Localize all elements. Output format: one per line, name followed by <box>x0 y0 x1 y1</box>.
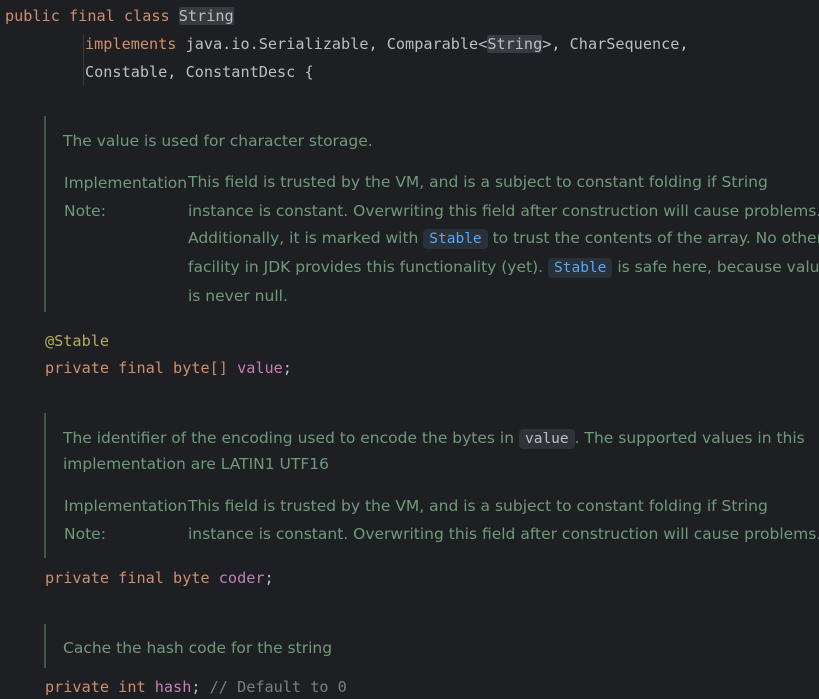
value-code-ref[interactable]: value <box>518 429 575 449</box>
field-name-coder[interactable]: coder <box>219 569 265 587</box>
summary-text: . The supported values in this <box>574 429 805 447</box>
implements-continuation-line[interactable]: Constable, ConstantDesc { <box>85 58 314 86</box>
stable-link[interactable]: Stable <box>548 258 613 278</box>
keyword-private: private <box>45 678 110 696</box>
interfaces-list-2: Constable, ConstantDesc { <box>85 63 314 81</box>
interfaces-list-tail: >, CharSequence, <box>542 35 689 53</box>
keyword-private: private <box>45 359 110 377</box>
keyword-implements: implements <box>85 35 177 53</box>
impl-note-body-line: facility in JDK provides this functional… <box>188 253 819 282</box>
class-name[interactable]: String <box>178 7 234 25</box>
interfaces-list: java.io.Serializable, <box>185 35 387 53</box>
body-text: facility in JDK provides this functional… <box>188 258 548 276</box>
keyword-final: final <box>118 569 164 587</box>
class-declaration-line[interactable]: public final class String <box>5 2 234 30</box>
keyword-final: final <box>118 359 164 377</box>
comparable-type: Comparable< <box>386 35 488 53</box>
javadoc-summary: The identifier of the encoding used to e… <box>63 425 805 451</box>
body-text: Additionally, it is marked with <box>188 229 424 247</box>
field-type: byte <box>173 569 210 587</box>
impl-note-body-line: This field is trusted by the VM, and is … <box>188 173 768 191</box>
impl-note-label-line-1: Implementation <box>64 174 188 192</box>
code-editor[interactable]: public final class String implements jav… <box>0 0 819 699</box>
javadoc-coder[interactable]: The identifier of the encoding used to e… <box>44 413 819 558</box>
semicolon: ; <box>191 678 201 696</box>
indent-guide <box>83 34 84 86</box>
impl-note-body-line: instance is constant. Overwriting this f… <box>188 525 819 543</box>
javadoc-summary-line-2: implementation are LATIN1 UTF16 <box>63 455 329 473</box>
comparable-type-arg[interactable]: String <box>487 35 543 53</box>
keyword-final: final <box>69 7 115 25</box>
impl-note-label-line-2: Note: <box>64 202 106 220</box>
impl-note-label-line-1: Implementation <box>64 497 188 515</box>
impl-note-label-line-2: Note: <box>64 525 106 543</box>
keyword-private: private <box>45 569 110 587</box>
field-hash-declaration[interactable]: private int hash; // Default to 0 <box>45 673 347 699</box>
impl-note-body-line: instance is constant. Overwriting this f… <box>188 202 819 220</box>
field-name-hash[interactable]: hash <box>155 678 192 696</box>
stable-annotation[interactable]: @Stable <box>45 332 109 350</box>
annotation-line[interactable]: @Stable <box>45 327 109 355</box>
body-text: is safe here, because value <box>612 258 819 276</box>
field-type: int <box>118 678 146 696</box>
impl-note-body-line: Additionally, it is marked with Stable t… <box>188 224 819 253</box>
field-coder-declaration[interactable]: private final byte coder; <box>45 564 274 592</box>
body-text: to trust the contents of the array. No o… <box>487 229 819 247</box>
line-comment: // Default to 0 <box>200 678 347 696</box>
javadoc-summary: The value is used for character storage. <box>63 132 373 150</box>
keyword-class: class <box>123 7 170 25</box>
javadoc-hash[interactable]: Cache the hash code for the string <box>44 624 819 668</box>
impl-note-body-line: is never null. <box>188 287 288 305</box>
javadoc-summary: Cache the hash code for the string <box>63 639 333 657</box>
field-name-value[interactable]: value <box>237 359 283 377</box>
impl-note-body-line: This field is trusted by the VM, and is … <box>188 497 768 515</box>
implements-line[interactable]: implements java.io.Serializable, Compara… <box>85 30 689 58</box>
javadoc-value[interactable]: The value is used for character storage.… <box>44 116 819 312</box>
summary-text: The identifier of the encoding used to e… <box>63 429 519 447</box>
field-type: byte[] <box>173 359 228 377</box>
semicolon: ; <box>264 569 274 587</box>
field-value-declaration[interactable]: private final byte[] value; <box>45 354 292 382</box>
stable-link[interactable]: Stable <box>423 229 488 249</box>
keyword-public: public <box>5 7 60 25</box>
semicolon: ; <box>282 359 292 377</box>
